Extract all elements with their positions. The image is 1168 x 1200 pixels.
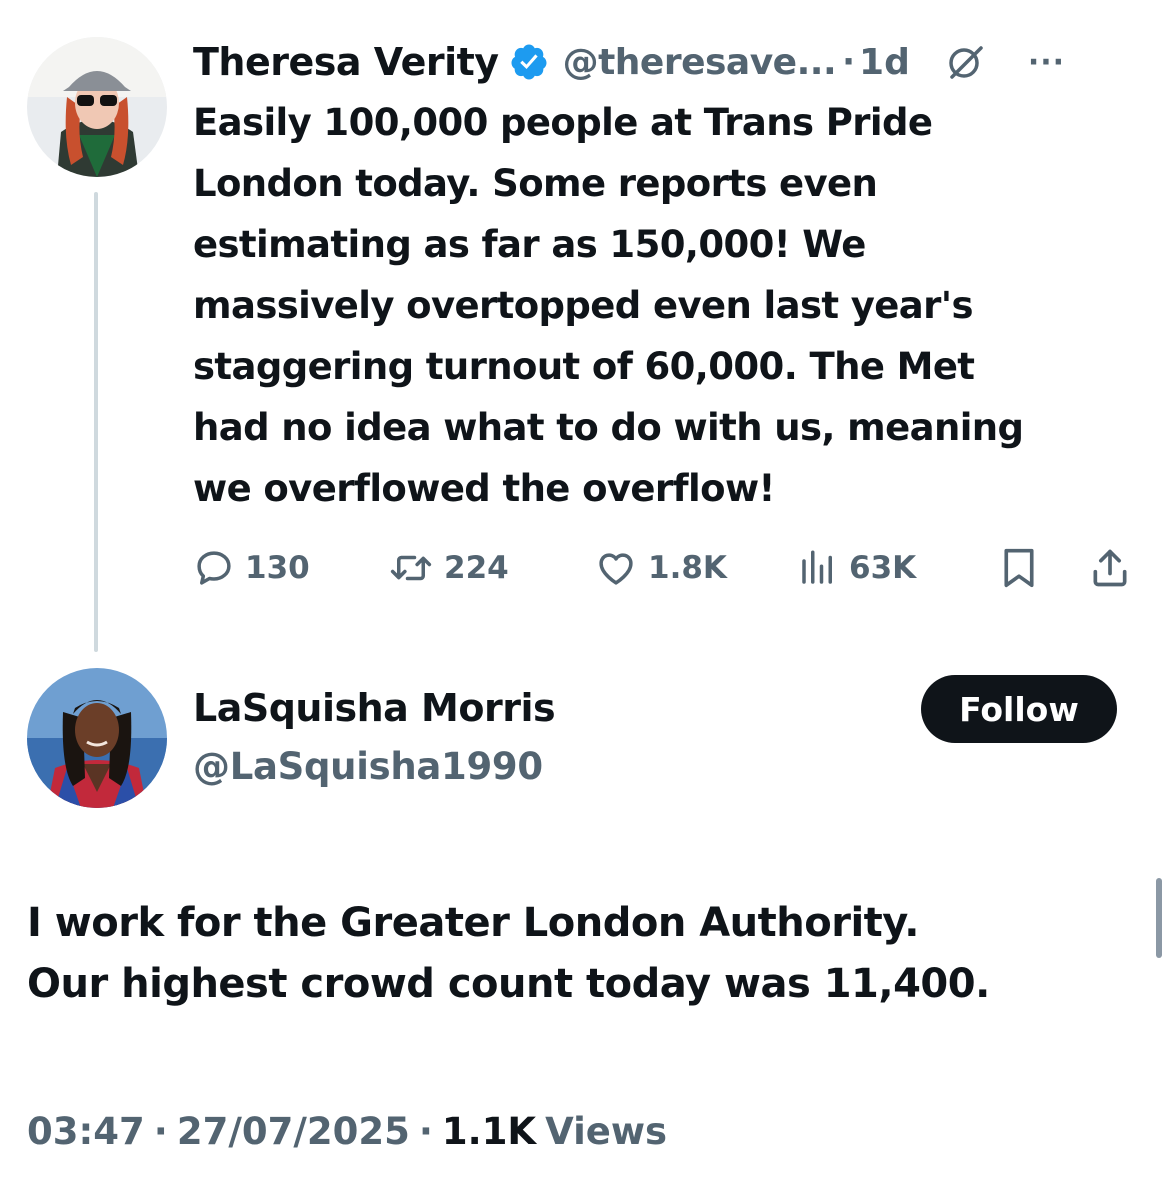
like-count: 1.8K — [648, 550, 727, 586]
views-button[interactable]: 63K — [797, 545, 916, 591]
reply-text: I work for the Greater London Authority.… — [27, 893, 1147, 1015]
tweet-text: Easily 100,000 people at Trans Pride Lon… — [193, 92, 1153, 519]
thread-connector — [94, 192, 98, 652]
meta-separator: · — [418, 1110, 433, 1153]
meta-separator: · — [153, 1110, 168, 1153]
more-icon[interactable]: ··· — [1028, 45, 1065, 80]
verified-badge-icon — [509, 42, 549, 82]
repost-icon — [388, 547, 434, 589]
tweet-age[interactable]: 1d — [859, 42, 910, 83]
follow-button[interactable]: Follow — [921, 675, 1117, 743]
bookmark-icon[interactable] — [999, 546, 1039, 594]
share-icon[interactable] — [1088, 546, 1132, 594]
reply-date[interactable]: 27/07/2025 — [177, 1110, 410, 1153]
avatar-lasquisha[interactable] — [27, 668, 167, 808]
reply-views-label: Views — [545, 1110, 668, 1153]
reply-author-handle[interactable]: @LaSquisha1990 — [193, 745, 543, 788]
reply-time[interactable]: 03:47 — [27, 1110, 145, 1153]
tweet-text-line: had no idea what to do with us, meaning — [193, 406, 1024, 449]
reply-count: 130 — [245, 550, 310, 586]
reply-button[interactable]: 130 — [193, 545, 310, 591]
author-handle[interactable]: @theresave... — [563, 42, 837, 83]
tweet-text-line: London today. Some reports even — [193, 162, 878, 205]
tweet-header: Theresa Verity @theresave... · 1d ··· — [193, 34, 1143, 90]
reply-text-line: I work for the Greater London Authority. — [27, 900, 919, 946]
reply-text-line: Our highest crowd count today was 11,400… — [27, 961, 990, 1007]
tweet-text-line: massively overtopped even last year's — [193, 284, 974, 327]
repost-count: 224 — [444, 550, 509, 586]
views-icon — [797, 547, 839, 589]
scrollbar[interactable] — [1156, 878, 1162, 958]
author-name[interactable]: Theresa Verity — [193, 40, 499, 84]
avatar-theresa[interactable] — [27, 37, 167, 177]
repost-button[interactable]: 224 — [388, 545, 509, 591]
tweet-text-line: Easily 100,000 people at Trans Pride — [193, 101, 933, 144]
reply-icon — [193, 547, 235, 589]
like-icon — [594, 547, 638, 589]
tweet-text-line: we overflowed the overflow! — [193, 467, 775, 510]
reply-meta: 03:47 · 27/07/2025 · 1.1K Views — [27, 1110, 667, 1153]
tweet-text-line: estimating as far as 150,000! We — [193, 223, 866, 266]
header-separator: · — [842, 42, 856, 82]
reply-views-count: 1.1K — [441, 1110, 537, 1153]
tweet-text-line: staggering turnout of 60,000. The Met — [193, 345, 975, 388]
grok-icon[interactable] — [946, 42, 986, 82]
views-count: 63K — [849, 550, 917, 586]
reply-author-name[interactable]: LaSquisha Morris — [193, 686, 556, 730]
like-button[interactable]: 1.8K — [594, 545, 727, 591]
